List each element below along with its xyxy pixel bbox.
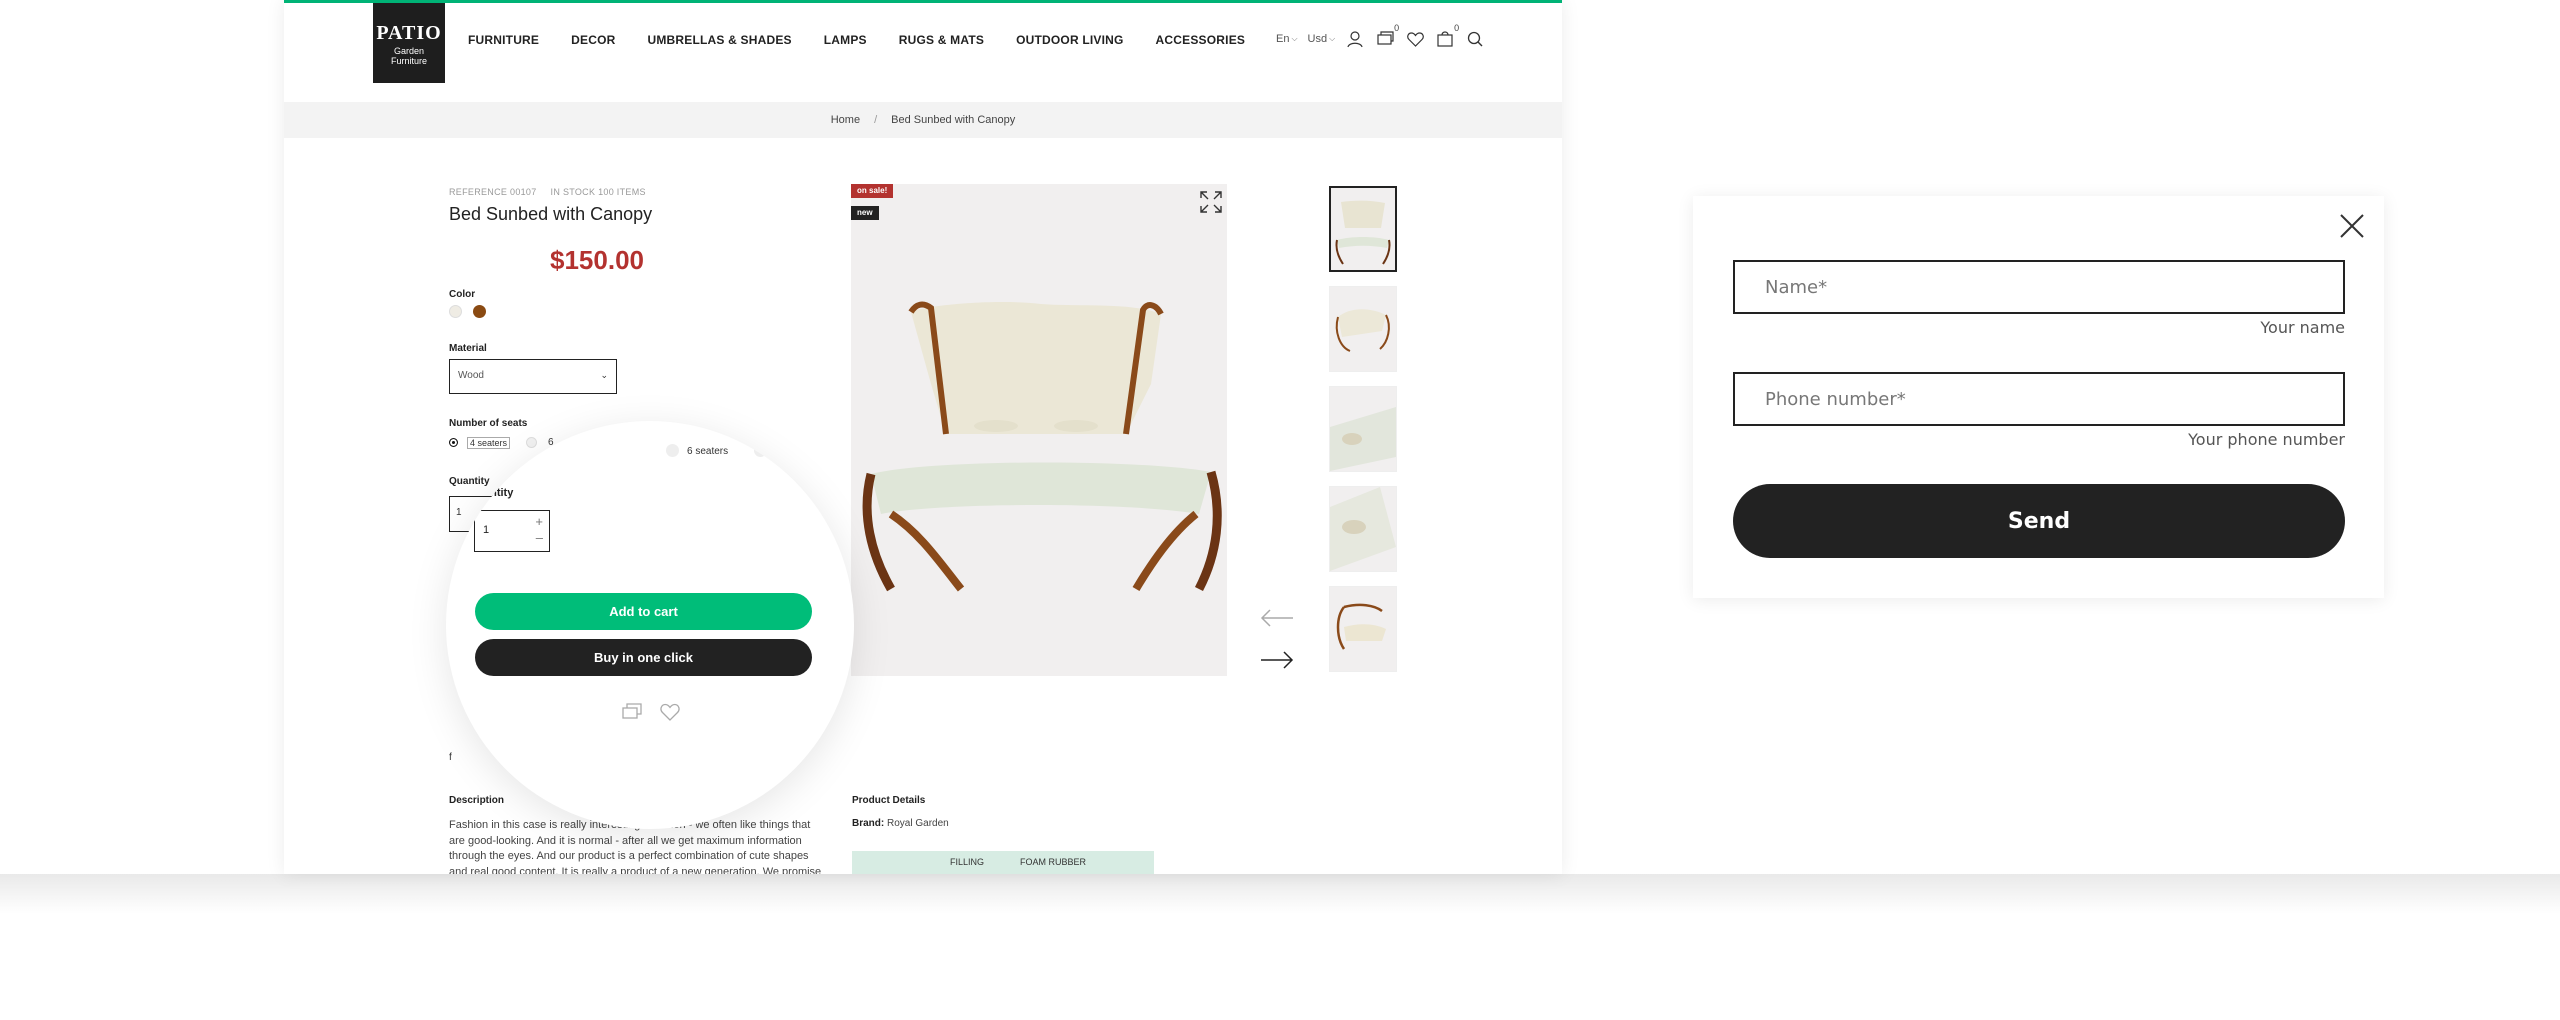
phone-hint: Your phone number [2188, 430, 2345, 449]
breadcrumb-current: Bed Sunbed with Canopy [891, 114, 1016, 126]
nav-accessories[interactable]: ACCESSORIES [1156, 33, 1246, 47]
phone-field[interactable]: Phone number* [1733, 372, 2345, 426]
breadcrumb-separator: / [874, 114, 878, 126]
brand-value: Royal Garden [887, 818, 949, 829]
chevron-down-icon: ⌄ [600, 370, 608, 380]
thumbnail-3[interactable] [1329, 386, 1397, 472]
details-key: FILLING [950, 857, 985, 867]
nav-rugs[interactable]: RUGS & MATS [899, 33, 984, 47]
product-main-image[interactable]: on sale! new [851, 184, 1227, 676]
zoom-lens: 6 seaters 8 seaters antity 1 + – Add to … [446, 421, 854, 829]
heart-icon[interactable] [660, 703, 680, 721]
thumbnail-2[interactable] [1329, 286, 1397, 372]
color-label: Color [449, 289, 476, 300]
color-swatch-brown[interactable] [473, 305, 486, 318]
name-field[interactable]: Name* [1733, 260, 2345, 314]
seats-option-4: 4 seaters [467, 437, 511, 449]
nav-decor[interactable]: DECOR [571, 33, 615, 47]
send-button[interactable]: Send [1733, 484, 2345, 558]
product-details-title: Product Details [852, 795, 926, 806]
arrow-left-icon[interactable] [1260, 608, 1294, 628]
quantity-label-zoomed: antity [484, 487, 514, 499]
compare-icon[interactable] [622, 703, 642, 721]
callback-modal: Name* Your name Phone number* Your phone… [1693, 196, 2384, 598]
color-swatch-cream[interactable] [449, 305, 462, 318]
breadcrumb-home[interactable]: Home [831, 114, 860, 126]
cart-count: 0 [1454, 23, 1460, 33]
arrow-right-icon[interactable] [1260, 650, 1294, 670]
breadcrumb: Home / Bed Sunbed with Canopy [284, 102, 1562, 138]
nav-lamps[interactable]: LAMPS [824, 33, 867, 47]
thumbnail-4[interactable] [1329, 486, 1397, 572]
cart-icon[interactable]: 0 [1435, 23, 1459, 49]
name-hint: Your name [2260, 318, 2345, 337]
main-nav: FURNITURE DECOR UMBRELLAS & SHADES LAMPS… [468, 33, 1245, 47]
phone-placeholder: Phone number* [1765, 389, 1906, 410]
seats-radio-4[interactable] [449, 438, 458, 447]
seats-radio-8[interactable] [754, 444, 767, 457]
nav-outdoor[interactable]: OUTDOOR LIVING [1016, 33, 1123, 47]
material-value: Wood [458, 370, 484, 381]
product-details-brand: Brand: Royal Garden [852, 818, 949, 829]
zoom-action-icons [622, 703, 680, 721]
nav-furniture[interactable]: FURNITURE [468, 33, 539, 47]
product-price: $150.00 [550, 245, 644, 275]
brand-label: Brand: [852, 818, 885, 829]
currency-value: Usd [1307, 33, 1328, 45]
language-value: En [1276, 33, 1290, 45]
details-table: FILLING FOAM RUBBER [852, 851, 1154, 874]
nav-umbrellas[interactable]: UMBRELLAS & SHADES [647, 33, 791, 47]
quantity-value-behind: 1 [456, 507, 462, 518]
seats-radio-6[interactable] [666, 444, 679, 457]
quantity-label: Quantity [449, 476, 490, 487]
logo-sub-1: Garden [393, 46, 425, 56]
minus-icon[interactable]: – [536, 531, 543, 544]
product-title: Bed Sunbed with Canopy [449, 204, 653, 224]
screenshot-canvas: PATIO Garden Furniture FURNITURE DECOR U… [0, 0, 2560, 1020]
language-select[interactable]: En ⌵ [1276, 33, 1298, 45]
plus-icon[interactable]: + [535, 515, 543, 528]
name-placeholder: Name* [1765, 277, 1828, 298]
buy-one-click-button[interactable]: Buy in one click [475, 639, 812, 676]
product-meta: REFERENCE 00107 IN STOCK 100 ITEMS [449, 187, 646, 197]
seats-label: Number of seats [449, 418, 528, 429]
product-page: PATIO Garden Furniture FURNITURE DECOR U… [284, 0, 1562, 874]
material-select[interactable]: Wood ⌄ [449, 359, 617, 394]
currency-select[interactable]: Usd ⌵ [1308, 33, 1336, 45]
search-icon[interactable] [1465, 29, 1485, 49]
details-value: FOAM RUBBER [1020, 857, 1087, 867]
seats-option-8: 8 seaters [775, 446, 817, 457]
add-to-cart-button[interactable]: Add to cart [475, 593, 812, 630]
daybed-illustration [862, 301, 1222, 592]
quantity-value: 1 [483, 524, 490, 536]
compare-icon[interactable]: 0 [1375, 23, 1399, 49]
product-reference: REFERENCE 00107 [449, 187, 537, 197]
chevron-down-icon: ⌵ [1291, 34, 1298, 43]
product-stock: IN STOCK 100 ITEMS [550, 187, 646, 197]
bottom-shadow [0, 874, 2560, 914]
close-icon[interactable] [2338, 212, 2366, 240]
chevron-down-icon: ⌵ [1329, 34, 1336, 43]
seats-option-6: 6 seaters [687, 446, 729, 457]
compare-count: 0 [1394, 23, 1400, 33]
heart-icon[interactable] [1405, 29, 1425, 49]
site-header: PATIO Garden Furniture FURNITURE DECOR U… [284, 3, 1562, 102]
quantity-stepper[interactable]: 1 + – [474, 510, 550, 552]
facebook-icon[interactable]: f [449, 752, 452, 763]
seats-radio-6-partial[interactable] [526, 437, 537, 448]
logo-sub-2: Furniture [390, 56, 427, 66]
thumbnail-1[interactable] [1329, 186, 1397, 272]
description-title: Description [449, 795, 505, 806]
user-icon[interactable] [1345, 29, 1365, 49]
site-logo[interactable]: PATIO Garden Furniture [373, 3, 445, 83]
thumbnail-5[interactable] [1329, 586, 1397, 672]
material-label: Material [449, 343, 487, 354]
logo-brand: PATIO [376, 22, 442, 44]
header-tools: En ⌵ Usd ⌵ 0 0 [1276, 23, 1485, 49]
